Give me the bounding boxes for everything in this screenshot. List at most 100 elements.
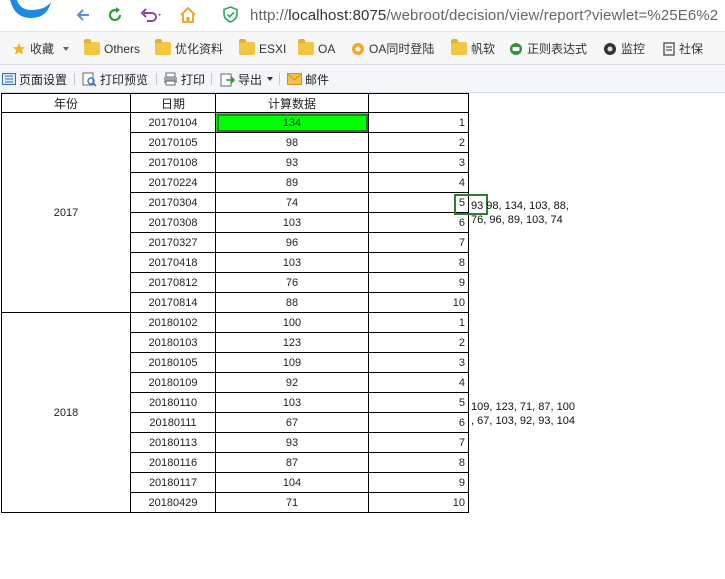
mail-button[interactable]: 邮件 [287,71,329,87]
url-host: localhost:8075 [288,7,387,24]
annotation-2018: 109, 123, 71, 87, 100 , 67, 103, 92, 93,… [471,400,575,428]
calc-cell[interactable]: 123 [215,332,369,353]
report-toolbar: 页面设置 打印预览 打印 导出 邮件 [0,65,725,93]
print-button[interactable]: 打印 [163,71,205,87]
back-button[interactable] [72,4,94,26]
folder-icon [84,39,100,55]
date-cell[interactable]: 20170812 [130,272,216,293]
calc-cell[interactable]: 74 [215,192,369,213]
calc-cell[interactable]: 88 [215,292,369,313]
home-icon [180,6,196,23]
page-setup-button[interactable]: 页面设置 [2,71,67,87]
bookmark-favorites[interactable]: 收藏 [12,40,70,57]
index-cell[interactable]: 8 [368,252,469,273]
date-cell[interactable]: 20180103 [130,332,216,353]
index-cell[interactable]: 2 [368,132,469,153]
mail-icon [287,73,302,85]
date-cell[interactable]: 20180111 [130,412,216,433]
index-cell[interactable]: 6 [368,212,469,233]
export-label: 导出 [238,72,263,87]
index-cell[interactable]: 3 [368,152,469,173]
bookmark-label: 监控 [621,42,646,56]
index-cell[interactable]: 3 [368,352,469,373]
calc-cell[interactable]: 103 [215,392,369,413]
chevron-down-icon [267,77,274,81]
index-cell[interactable]: 9 [368,272,469,293]
date-cell[interactable]: 20180105 [130,352,216,373]
date-cell[interactable]: 20180113 [130,432,216,453]
index-cell[interactable]: 4 [368,172,469,193]
refresh-button[interactable] [104,4,126,26]
calc-cell[interactable]: 76 [215,272,369,293]
index-cell[interactable]: 1 [368,312,469,333]
export-button[interactable]: 导出 [220,71,274,87]
date-cell[interactable]: 20180110 [130,392,216,413]
date-cell[interactable]: 20170327 [130,232,216,253]
date-cell[interactable]: 20170104 [130,112,216,133]
mail-label: 邮件 [305,72,330,87]
date-cell[interactable]: 20180117 [130,472,216,493]
home-button[interactable] [177,4,199,26]
bookmark-social-security[interactable]: 社保 [663,40,703,57]
index-cell[interactable]: 6 [368,412,469,433]
date-cell[interactable]: 20180429 [130,492,216,513]
index-cell[interactable]: 7 [368,432,469,453]
bookmark-monitor[interactable]: 监控 [603,40,645,57]
date-cell[interactable]: 20170814 [130,292,216,313]
back-arrow-icon [76,9,89,21]
header-calc-data: 计算数据 [215,93,369,113]
index-cell[interactable]: 10 [368,292,469,313]
calc-cell[interactable]: 104 [215,472,369,493]
index-cell[interactable]: 4 [368,372,469,393]
year-cell[interactable]: 2018 [1,312,131,513]
index-cell[interactable]: 8 [368,452,469,473]
refresh-icon [108,7,122,22]
index-cell[interactable]: 10 [368,492,469,513]
print-preview-button[interactable]: 打印预览 [82,71,148,87]
index-cell[interactable]: 7 [368,232,469,253]
undo-close-tab-button[interactable] [137,4,167,26]
calc-cell[interactable]: 93 [215,152,369,173]
date-cell[interactable]: 20170308 [130,212,216,233]
bookmark-oa[interactable]: OA [298,39,336,57]
index-cell[interactable]: 9 [368,472,469,493]
date-cell[interactable]: 20170418 [130,252,216,273]
date-cell[interactable]: 20180116 [130,452,216,473]
calc-cell[interactable]: 103 [215,212,369,233]
year-cell[interactable]: 2017 [1,112,131,313]
calc-cell[interactable]: 92 [215,372,369,393]
bookmark-optimization[interactable]: 优化资料 [155,39,223,57]
index-cell[interactable]: 2 [368,332,469,353]
date-cell[interactable]: 20170224 [130,172,216,193]
calc-cell[interactable]: 93 [215,432,369,453]
bookmark-oa-login[interactable]: OA同时登陆 [351,40,434,57]
index-cell[interactable]: 1 [368,112,469,133]
bookmark-regex[interactable]: 正则表达式 [509,40,587,57]
doc-icon [663,41,675,56]
date-cell[interactable]: 20170105 [130,132,216,153]
date-cell[interactable]: 20170304 [130,192,216,213]
date-cell[interactable]: 20180102 [130,312,216,333]
calc-cell[interactable]: 98 [215,132,369,153]
calc-cell[interactable]: 89 [215,172,369,193]
annotation-2018-line1: 109, 123, 71, 87, 100 [471,401,575,413]
calc-cell[interactable]: 96 [215,232,369,253]
bookmark-label: OA [318,41,336,56]
calc-cell[interactable]: 109 [215,352,369,373]
index-cell[interactable]: 5 [368,392,469,413]
bookmark-fanruan[interactable]: 帆软 [451,39,495,57]
calc-cell-selected[interactable]: 134 [215,112,369,133]
calc-cell[interactable]: 103 [215,252,369,273]
date-cell[interactable]: 20170108 [130,152,216,173]
calc-cell[interactable]: 67 [215,412,369,433]
calc-cell[interactable]: 100 [215,312,369,333]
table-row: 2018 20180102 100 1 [1,312,469,513]
bookmark-others[interactable]: Others [84,39,140,57]
calc-cell[interactable]: 71 [215,492,369,513]
calc-cell[interactable]: 87 [215,452,369,473]
folder-icon [298,39,314,55]
report-table: 年份 日期 计算数据 2017 20170104 134 1 20170105 … [1,93,469,513]
date-cell[interactable]: 20180109 [130,372,216,393]
url-field[interactable]: http://localhost:8075/webroot/decision/v… [222,3,725,27]
bookmark-esxi[interactable]: ESXI [239,39,286,57]
